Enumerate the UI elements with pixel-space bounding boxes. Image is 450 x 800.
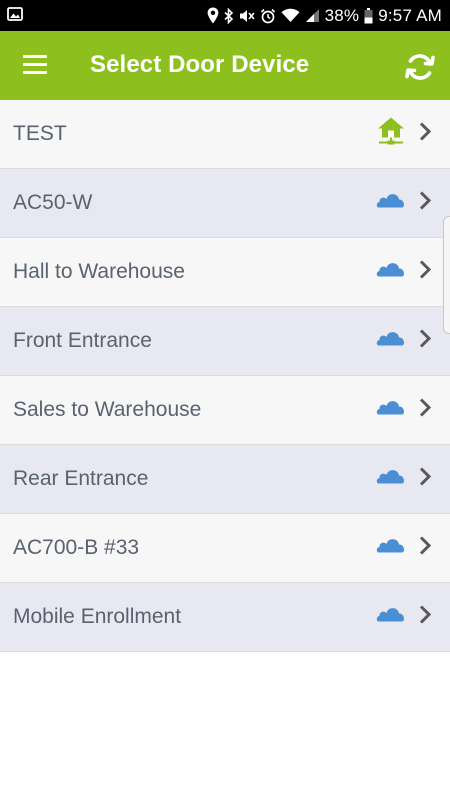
- signal-icon: [305, 8, 320, 23]
- list-item-mobile-enrollment[interactable]: Mobile Enrollment: [0, 583, 450, 652]
- scroll-handle[interactable]: [443, 216, 450, 334]
- device-label: TEST: [13, 122, 67, 145]
- device-label: Hall to Warehouse: [13, 260, 185, 283]
- bluetooth-icon: [224, 7, 234, 24]
- device-label: Rear Entrance: [13, 467, 149, 490]
- page-title: Select Door Device: [90, 51, 310, 78]
- cloud-icon: [376, 329, 406, 354]
- mute-icon: [239, 8, 255, 24]
- menu-icon[interactable]: [23, 55, 47, 75]
- chevron-right-icon: [419, 329, 432, 354]
- chevron-right-icon: [419, 191, 432, 216]
- list-item-hall-to-warehouse[interactable]: Hall to Warehouse: [0, 238, 450, 307]
- list-item-sales-to-warehouse[interactable]: Sales to Warehouse: [0, 376, 450, 445]
- device-label: Sales to Warehouse: [13, 398, 202, 421]
- chevron-right-icon: [419, 605, 432, 630]
- alarm-icon: [260, 8, 276, 24]
- clock: 9:57 AM: [378, 5, 442, 25]
- device-label: AC50-W: [13, 191, 93, 214]
- status-bar: 38% 9:57 AM: [0, 0, 450, 31]
- cloud-icon: [376, 260, 406, 285]
- cloud-icon: [376, 398, 406, 423]
- chevron-right-icon: [419, 398, 432, 423]
- gallery-notification-icon: [7, 7, 23, 26]
- chevron-right-icon: [419, 536, 432, 561]
- device-label: AC700-B #33: [13, 536, 140, 559]
- battery-icon: [364, 7, 373, 24]
- list-item-ac50-w[interactable]: AC50-W: [0, 169, 450, 238]
- chevron-right-icon: [419, 122, 432, 147]
- cloud-icon: [376, 536, 406, 561]
- location-icon: [207, 7, 219, 24]
- list-item-test[interactable]: TEST: [0, 100, 450, 169]
- list-item-front-entrance[interactable]: Front Entrance: [0, 307, 450, 376]
- device-label: Front Entrance: [13, 329, 152, 352]
- chevron-right-icon: [419, 260, 432, 285]
- device-list: TEST AC50-W Hall to Warehouse Front Entr…: [0, 100, 450, 652]
- battery-percent: 38%: [324, 5, 360, 25]
- list-item-ac700-b-33[interactable]: AC700-B #33: [0, 514, 450, 583]
- wifi-icon: [281, 8, 300, 23]
- cloud-icon: [376, 191, 406, 216]
- device-label: Mobile Enrollment: [13, 605, 182, 628]
- list-item-rear-entrance[interactable]: Rear Entrance: [0, 445, 450, 514]
- cloud-icon: [376, 605, 406, 630]
- chevron-right-icon: [419, 467, 432, 492]
- cloud-icon: [376, 467, 406, 492]
- refresh-icon[interactable]: [403, 50, 437, 84]
- local-network-icon: [376, 116, 406, 153]
- app-bar: Select Door Device: [0, 31, 450, 100]
